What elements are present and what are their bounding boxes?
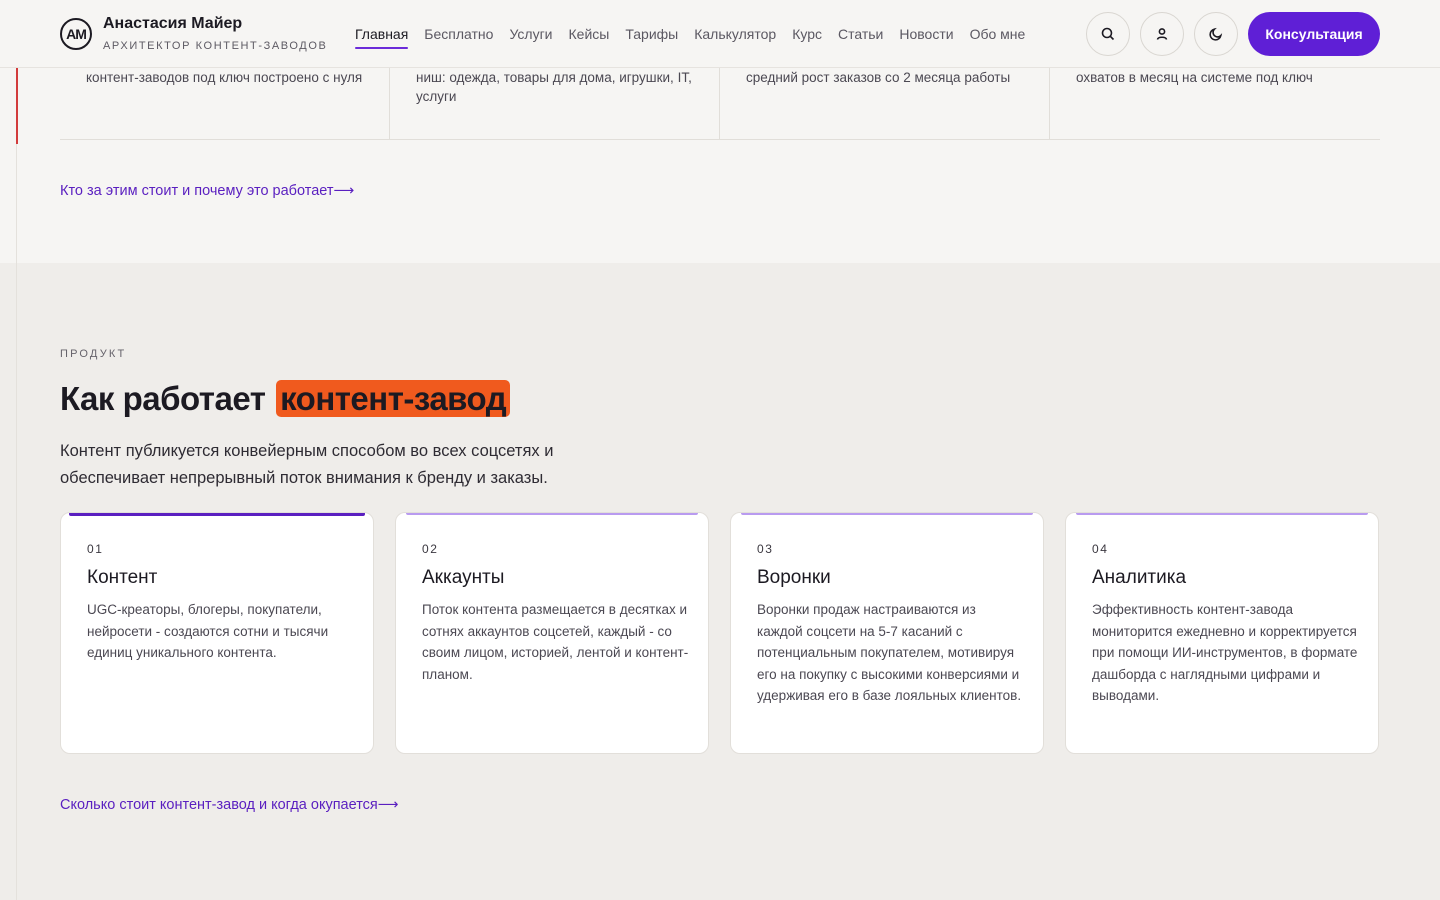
card-title: Аналитика <box>1092 567 1187 588</box>
section-title-highlight: контент-завод <box>276 380 511 417</box>
nav-item-pricing[interactable]: Тарифы <box>625 26 678 49</box>
nav-item-about[interactable]: Обо мне <box>970 26 1026 49</box>
nav-item-services[interactable]: Услуги <box>509 26 552 49</box>
stat-item: средний рост заказов со 2 месяца работы <box>746 68 1036 140</box>
logo[interactable]: AM <box>60 18 92 50</box>
stat-text: ниш: одежда, товары для дома, игрушки, I… <box>416 70 692 104</box>
pricing-link[interactable]: Сколько стоит контент-завод и когда окуп… <box>60 797 399 813</box>
consultation-button[interactable]: Консультация <box>1248 12 1380 56</box>
card-text: UGC-креаторы, блогеры, покупатели, нейро… <box>87 602 329 660</box>
divider <box>60 139 1380 140</box>
card-text: Воронки продаж настраиваются из каждой с… <box>757 602 1022 703</box>
feature-card-accounts: 02 Аккаунты Поток контента размещается в… <box>395 512 709 754</box>
card-number: 02 <box>422 542 439 556</box>
card-number: 03 <box>757 542 774 556</box>
search-icon <box>1101 27 1115 41</box>
about-link[interactable]: Кто за этим стоит и почему это работает⟶ <box>60 183 354 199</box>
card-number: 01 <box>87 542 104 556</box>
site-header: AM Анастасия Майер АРХИТЕКТОР КОНТЕНТ-ЗА… <box>0 0 1440 68</box>
brand-subtitle: АРХИТЕКТОР КОНТЕНТ-ЗАВОДОВ <box>103 40 328 52</box>
search-button[interactable] <box>1086 12 1130 56</box>
theme-toggle-button[interactable] <box>1194 12 1238 56</box>
stat-divider <box>389 68 390 140</box>
stat-item: ниш: одежда, товары для дома, игрушки, I… <box>416 68 706 140</box>
card-title: Воронки <box>757 567 831 588</box>
stat-item: охватов в месяц на системе под ключ <box>1076 68 1376 140</box>
main-nav: Главная Бесплатно Услуги Кейсы Тарифы Ка… <box>355 26 1025 49</box>
moon-icon <box>1209 27 1223 41</box>
nav-item-course[interactable]: Курс <box>792 26 822 49</box>
card-text: Поток контента размещается в десятках и … <box>422 602 689 682</box>
nav-item-calculator[interactable]: Калькулятор <box>694 26 776 49</box>
stat-text: средний рост заказов со 2 месяца работы <box>746 70 1011 85</box>
stat-divider <box>719 68 720 140</box>
section-title-plain: Как работает <box>60 380 266 417</box>
feature-card-analytics: 04 Аналитика Эффективность контент-завод… <box>1065 512 1379 754</box>
nav-item-articles[interactable]: Статьи <box>838 26 883 49</box>
card-title: Аккаунты <box>422 567 505 588</box>
nav-item-news[interactable]: Новости <box>899 26 953 49</box>
stat-item: контент-заводов под ключ построено с нул… <box>86 68 376 140</box>
stat-divider <box>1049 68 1050 140</box>
section-lead: Контент публикуется конвейерным способом… <box>60 442 554 487</box>
nav-item-free[interactable]: Бесплатно <box>424 26 493 49</box>
feature-card-content: 01 Контент UGC-креаторы, блогеры, покупа… <box>60 512 374 754</box>
brand-name[interactable]: Анастасия Майер <box>103 15 242 33</box>
nav-item-cases[interactable]: Кейсы <box>569 26 610 49</box>
card-number: 04 <box>1092 542 1109 556</box>
stat-text: контент-заводов под ключ построено с нул… <box>86 70 363 85</box>
feature-card-funnels: 03 Воронки Воронки продаж настраиваются … <box>730 512 1044 754</box>
card-text: Эффективность контент-завода мониторится… <box>1092 602 1358 703</box>
stats-section: контент-заводов под ключ построено с нул… <box>0 68 1440 263</box>
section-accent-marker <box>16 68 18 144</box>
user-icon <box>1156 28 1168 40</box>
section-eyebrow: ПРОДУКТ <box>60 348 127 360</box>
stat-text: охватов в месяц на системе под ключ <box>1076 70 1313 85</box>
account-button[interactable] <box>1140 12 1184 56</box>
section-title: Как работает контент-завод <box>60 380 511 418</box>
card-title: Контент <box>87 567 158 588</box>
nav-item-home[interactable]: Главная <box>355 26 409 49</box>
